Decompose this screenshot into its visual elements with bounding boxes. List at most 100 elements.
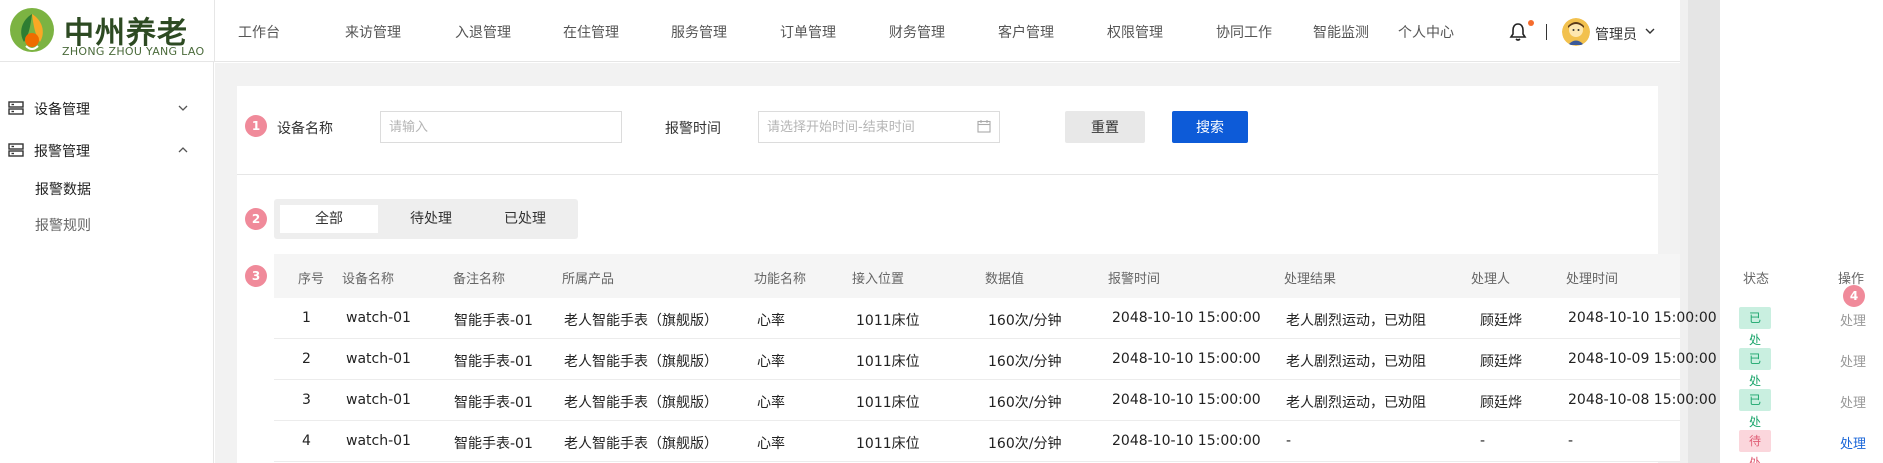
process-link[interactable]: 处理 bbox=[1840, 310, 1866, 329]
column-header: 处理结果 bbox=[1284, 272, 1337, 287]
avatar[interactable] bbox=[1562, 18, 1590, 46]
cell-remark: 智能手表-01 bbox=[454, 354, 533, 370]
user-name[interactable]: 管理员 bbox=[1595, 24, 1637, 44]
top-header: 中州养老 ZHONG ZHOU YANG LAO 工作台 来访管理 入退管理 在… bbox=[0, 0, 1680, 62]
cell-value: 160次/分钟 bbox=[988, 395, 1062, 411]
bell-icon[interactable] bbox=[1508, 22, 1528, 42]
cell-value: 160次/分钟 bbox=[988, 436, 1062, 452]
cell-location: 1011床位 bbox=[856, 395, 920, 411]
column-header: 所属产品 bbox=[562, 272, 615, 287]
alarm-time-label: 报警时间 bbox=[665, 121, 721, 137]
cell-value: 160次/分钟 bbox=[988, 354, 1062, 370]
cell-handler: 顾廷烨 bbox=[1480, 354, 1522, 370]
column-header: 接入位置 bbox=[852, 272, 905, 287]
cell-handle-time: - bbox=[1568, 433, 1574, 449]
device-name-input[interactable] bbox=[380, 111, 622, 143]
table-row: 3 watch-01 智能手表-01 老人智能手表（旗舰版） 心率 1011床位 160次/… bbox=[274, 380, 1866, 451]
nav-finance[interactable]: 财务管理 bbox=[889, 22, 945, 42]
nav-personal[interactable]: 个人中心 bbox=[1398, 22, 1454, 42]
nav-monitoring[interactable]: 智能监测 bbox=[1313, 22, 1369, 42]
process-link[interactable]: 处理 bbox=[1840, 392, 1866, 411]
status-tabs: 全部 待处理 已处理 bbox=[274, 199, 578, 239]
search-button[interactable]: 搜索 bbox=[1172, 111, 1248, 143]
marker-badge: 1 bbox=[245, 115, 267, 137]
cell-alarm-time: 2048-10-10 15:00:00 bbox=[1112, 351, 1261, 367]
tab-pending[interactable]: 待处理 bbox=[386, 205, 476, 233]
sidebar-item-alarm-rules[interactable]: 报警规则 bbox=[35, 215, 91, 235]
cell-alarm-time: 2048-10-10 15:00:00 bbox=[1112, 392, 1261, 408]
process-link[interactable]: 处理 bbox=[1840, 351, 1866, 370]
process-link[interactable]: 处理 bbox=[1840, 433, 1866, 452]
marker-badge: 3 bbox=[245, 265, 267, 287]
table-header: 序号 设备名称 备注名称 所属产品 功能名称 接入位置 数据值 报警时间 处理结… bbox=[274, 254, 1864, 298]
chevron-up-icon bbox=[178, 147, 188, 153]
nav-orders[interactable]: 订单管理 bbox=[780, 22, 836, 42]
sidebar-group-alarm[interactable]: 报警管理 bbox=[0, 134, 214, 166]
cell-location: 1011床位 bbox=[856, 313, 920, 329]
cell-result: 老人剧烈运动，已劝阻 bbox=[1286, 395, 1426, 411]
column-header: 报警时间 bbox=[1108, 272, 1161, 287]
logo-subtitle: ZHONG ZHOU YANG LAO bbox=[62, 45, 205, 58]
status-badge: 已处理 bbox=[1739, 348, 1772, 410]
status-badge: 待处理 bbox=[1739, 430, 1772, 463]
calendar-icon[interactable] bbox=[977, 119, 991, 133]
column-header: 序号 bbox=[298, 272, 325, 287]
sidebar-item-alarm-data[interactable]: 报警数据 bbox=[35, 179, 91, 199]
cell-product: 老人智能手表（旗舰版） bbox=[564, 436, 718, 452]
reset-button[interactable]: 重置 bbox=[1065, 111, 1145, 143]
header-divider bbox=[214, 0, 215, 62]
nav-service[interactable]: 服务管理 bbox=[671, 22, 727, 42]
cell-result: 老人剧烈运动，已劝阻 bbox=[1286, 313, 1426, 329]
status-badge: 已处理 bbox=[1739, 307, 1772, 369]
cell-remark: 智能手表-01 bbox=[454, 436, 533, 452]
chevron-down-icon[interactable] bbox=[1645, 26, 1655, 36]
column-header: 备注名称 bbox=[453, 272, 506, 287]
tab-all[interactable]: 全部 bbox=[280, 205, 378, 233]
cell-index: 1 bbox=[302, 310, 311, 326]
table-row: 4 watch-01 智能手表-01 老人智能手表（旗舰版） 心率 1011床位 160次/… bbox=[274, 421, 1866, 463]
user-separator bbox=[1546, 24, 1547, 40]
nav-collaboration[interactable]: 协同工作 bbox=[1216, 22, 1272, 42]
nav-workbench[interactable]: 工作台 bbox=[238, 22, 280, 42]
marker-badge: 2 bbox=[245, 208, 267, 230]
cell-alarm-time: 2048-10-10 15:00:00 bbox=[1112, 310, 1261, 326]
nav-residence[interactable]: 在住管理 bbox=[563, 22, 619, 42]
cell-result: 老人剧烈运动，已劝阻 bbox=[1286, 354, 1426, 370]
cell-handle-time: 2048-10-08 15:00:00 bbox=[1568, 392, 1717, 408]
logo-mark-icon bbox=[10, 8, 54, 52]
device-name-label: 设备名称 bbox=[277, 121, 333, 137]
cell-device: watch-01 bbox=[346, 392, 411, 408]
nav-customers[interactable]: 客户管理 bbox=[998, 22, 1054, 42]
cell-handler: 顾廷烨 bbox=[1480, 395, 1522, 411]
cell-device: watch-01 bbox=[346, 433, 411, 449]
server-icon bbox=[8, 143, 24, 157]
cell-index: 3 bbox=[302, 392, 311, 408]
cell-product: 老人智能手表（旗舰版） bbox=[564, 313, 718, 329]
sidebar-group-label: 设备管理 bbox=[34, 102, 90, 118]
cell-index: 4 bbox=[302, 433, 311, 449]
cell-function: 心率 bbox=[757, 354, 785, 370]
nav-checkin[interactable]: 入退管理 bbox=[455, 22, 511, 42]
logo[interactable]: 中州养老 ZHONG ZHOU YANG LAO bbox=[8, 6, 218, 58]
column-header: 设备名称 bbox=[342, 272, 395, 287]
column-header: 数据值 bbox=[985, 272, 1025, 287]
cell-location: 1011床位 bbox=[856, 354, 920, 370]
chevron-down-icon bbox=[178, 105, 188, 111]
cell-function: 心率 bbox=[757, 395, 785, 411]
nav-visitor[interactable]: 来访管理 bbox=[345, 22, 401, 42]
cell-function: 心率 bbox=[757, 436, 785, 452]
server-icon bbox=[8, 101, 24, 115]
cell-handle-time: 2048-10-10 15:00:00 bbox=[1568, 310, 1717, 326]
cell-remark: 智能手表-01 bbox=[454, 395, 533, 411]
cell-device: watch-01 bbox=[346, 310, 411, 326]
status-badge: 已处理 bbox=[1739, 389, 1772, 451]
sidebar: 设备管理 报警管理 报警数据 报警规则 bbox=[0, 62, 214, 463]
sidebar-group-device[interactable]: 设备管理 bbox=[0, 92, 214, 124]
column-header: 处理时间 bbox=[1566, 272, 1619, 287]
cell-location: 1011床位 bbox=[856, 436, 920, 452]
alarm-time-range-input[interactable] bbox=[758, 111, 1000, 143]
cell-value: 160次/分钟 bbox=[988, 313, 1062, 329]
tab-processed[interactable]: 已处理 bbox=[480, 205, 570, 233]
nav-permissions[interactable]: 权限管理 bbox=[1107, 22, 1163, 42]
column-header: 操作 bbox=[1838, 272, 1865, 287]
